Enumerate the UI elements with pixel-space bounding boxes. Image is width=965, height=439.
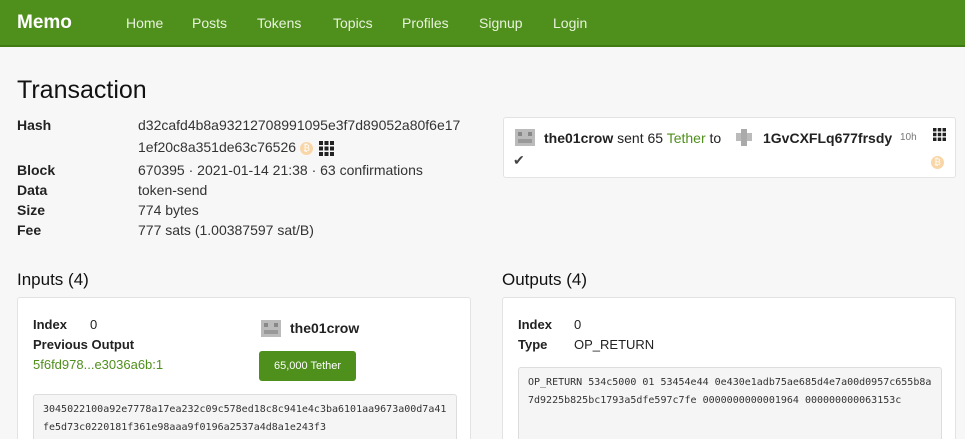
post-token-link[interactable]: Tether bbox=[667, 130, 706, 146]
hash-label: Hash bbox=[17, 117, 52, 133]
output-index-label: Index bbox=[518, 317, 552, 332]
qr-code-icon[interactable] bbox=[933, 128, 946, 141]
hash-value-line1: d32cafd4b8a93212708991095e3f7d89052a80f6… bbox=[138, 117, 461, 133]
check-icon: ✔ bbox=[513, 152, 525, 168]
input-index-value: 0 bbox=[90, 317, 98, 332]
fee-value: 777 sats (1.00387597 sat/B) bbox=[138, 222, 314, 238]
post-age: 10h bbox=[900, 132, 917, 143]
qr-code-icon[interactable] bbox=[319, 140, 335, 156]
input-user[interactable]: the01crow bbox=[290, 320, 359, 336]
post-sent-text: sent 65 bbox=[617, 130, 664, 146]
size-value: 774 bytes bbox=[138, 202, 199, 218]
prev-output-link[interactable]: 5f6fd978...e3036a6b:1 bbox=[33, 357, 163, 372]
nav-signup[interactable]: Signup bbox=[479, 15, 523, 31]
nav-topics[interactable]: Topics bbox=[333, 15, 373, 31]
avatar[interactable] bbox=[515, 129, 535, 146]
data-value: token-send bbox=[138, 182, 208, 198]
data-label: Data bbox=[17, 182, 48, 198]
token-send-post-card: the01crow sent 65 Tether to 1GvCXFLq677f… bbox=[503, 117, 956, 178]
output-type-value: OP_RETURN bbox=[574, 337, 655, 352]
fee-label: Fee bbox=[17, 222, 42, 238]
output-script-box: OP_RETURN 534c5000 01 53454e44 0e430e1ad… bbox=[518, 367, 942, 439]
bitcoin-icon[interactable]: ₿ bbox=[300, 141, 314, 155]
block-label: Block bbox=[17, 162, 56, 178]
nav-home[interactable]: Home bbox=[126, 15, 163, 31]
output-panel: Index 0 Type OP_RETURN OP_RETURN 534c500… bbox=[502, 297, 956, 439]
nav-tokens[interactable]: Tokens bbox=[257, 15, 301, 31]
outputs-title: Outputs (4) bbox=[502, 270, 588, 289]
post-sender[interactable]: the01crow bbox=[544, 130, 613, 146]
output-index-value: 0 bbox=[574, 317, 582, 332]
top-navbar: Memo Home Posts Tokens Topics Profiles S… bbox=[0, 0, 965, 47]
nav-profiles[interactable]: Profiles bbox=[402, 15, 449, 31]
input-panel: Index 0 Previous Output 5f6fd978...e3036… bbox=[17, 297, 471, 439]
nav-posts[interactable]: Posts bbox=[192, 15, 227, 31]
post-text: the01crow sent 65 Tether to bbox=[544, 130, 721, 146]
bitcoin-icon[interactable]: ₿ bbox=[931, 156, 944, 169]
avatar[interactable] bbox=[261, 320, 281, 337]
hash-value-line2: 1ef20c8a351de63c76526 bbox=[138, 139, 297, 155]
brand-logo[interactable]: Memo bbox=[17, 12, 72, 34]
prev-output-label: Previous Output bbox=[33, 337, 135, 352]
page-title: Transaction bbox=[17, 76, 147, 104]
token-amount-button[interactable]: 65,000 Tether bbox=[259, 351, 356, 381]
block-value: 670395 · 2021-01-14 21:38 · 63 confirmat… bbox=[138, 162, 423, 178]
size-label: Size bbox=[17, 202, 46, 218]
hash-value-line2-wrap: 1ef20c8a351de63c76526 ₿ bbox=[138, 139, 335, 156]
nav-login[interactable]: Login bbox=[553, 15, 587, 31]
post-to-text: to bbox=[709, 130, 722, 146]
input-index-label: Index bbox=[33, 317, 67, 332]
recipient-avatar[interactable] bbox=[734, 129, 754, 146]
post-recipient[interactable]: 1GvCXFLq677frsdy bbox=[763, 130, 892, 146]
inputs-title: Inputs (4) bbox=[17, 270, 89, 289]
output-type-label: Type bbox=[518, 337, 548, 352]
input-script-box: 3045022100a92e7778a17ea232c09c578ed18c8c… bbox=[33, 394, 457, 439]
